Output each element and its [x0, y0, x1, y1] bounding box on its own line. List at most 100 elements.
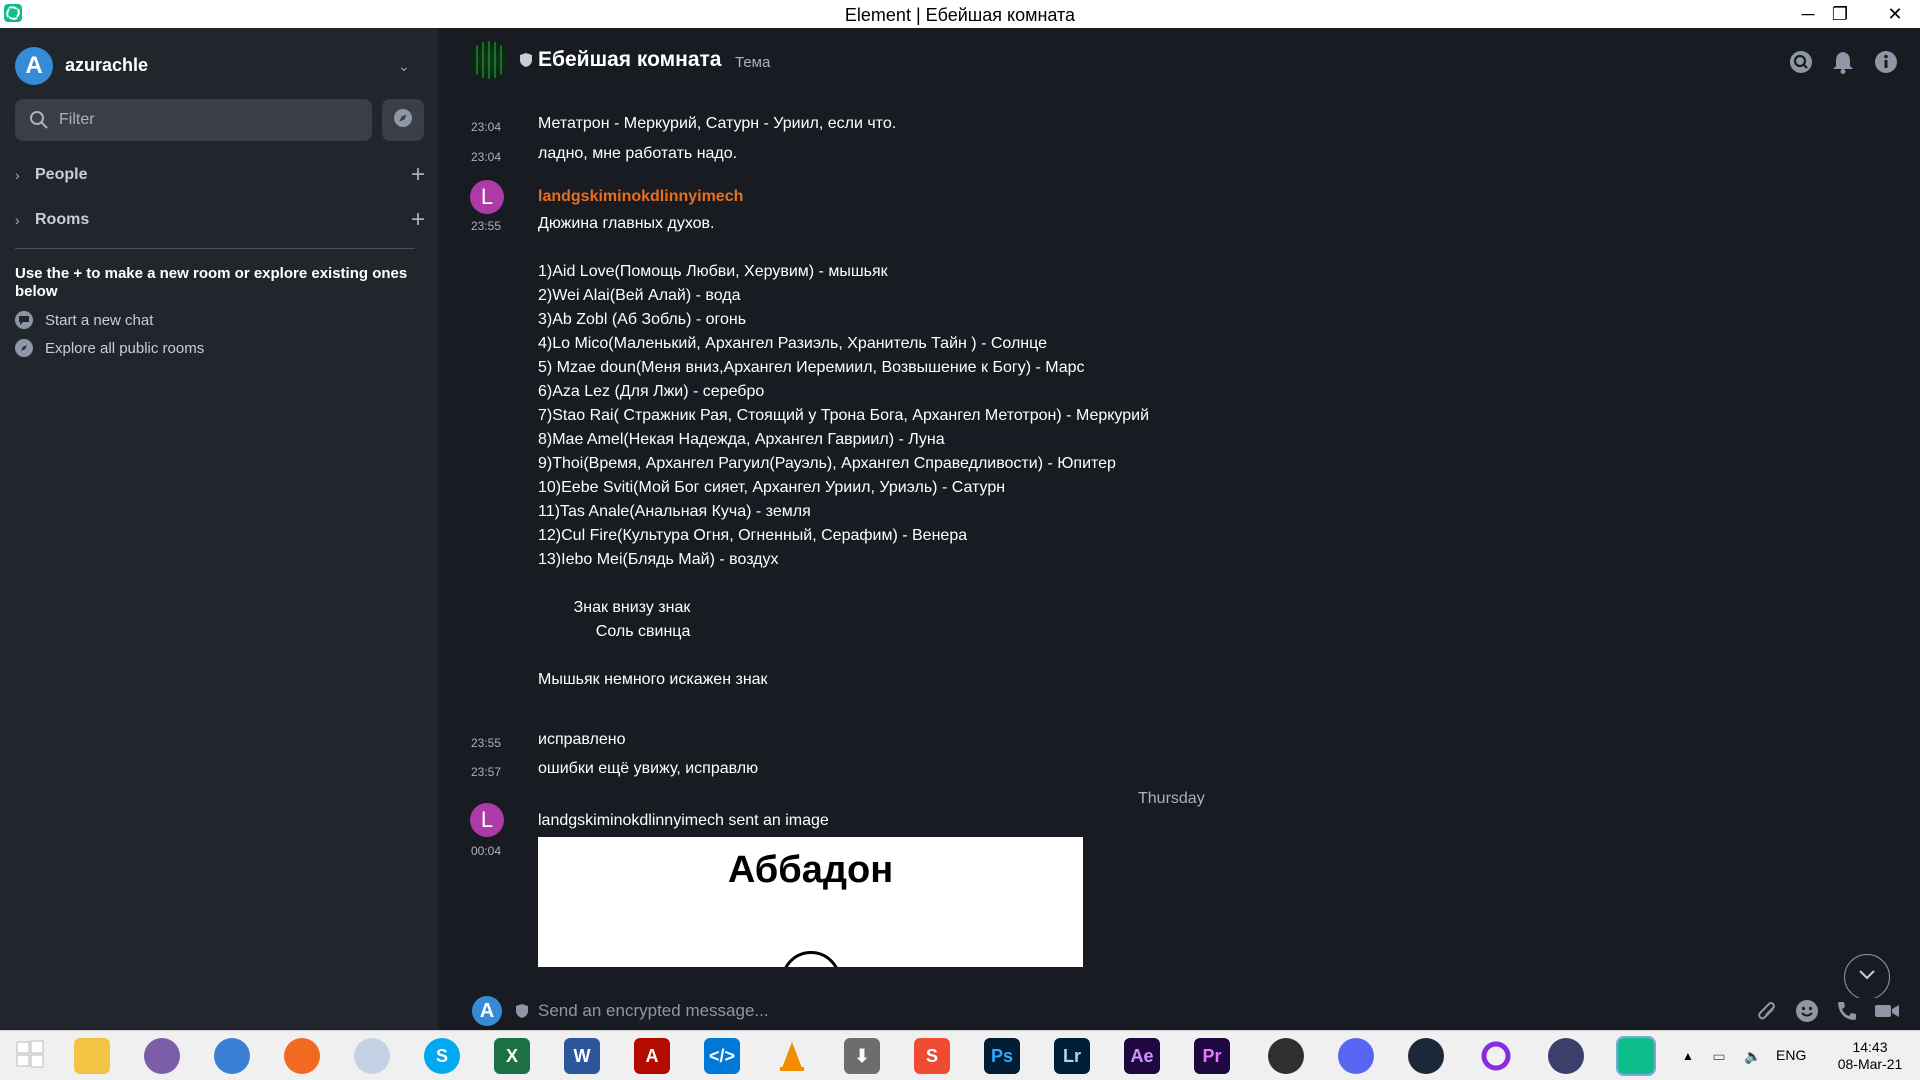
explore-rooms-button[interactable] [382, 99, 424, 141]
sender-name[interactable]: landgskiminokdlinnyimech [538, 188, 743, 206]
clock-time: 14:43 [1852, 1039, 1888, 1055]
filter-box[interactable] [15, 99, 372, 141]
taskbar-vscode[interactable]: </> [700, 1036, 744, 1076]
section-rooms-label: Rooms [35, 211, 90, 228]
taskbar-element[interactable] [1614, 1036, 1658, 1076]
acrobat-icon: A [634, 1038, 670, 1074]
taskbar-app-sphere[interactable] [350, 1036, 394, 1076]
emoji-icon[interactable] [1794, 998, 1820, 1024]
input-language[interactable]: ENG [1776, 1047, 1806, 1063]
chevron-right-icon: › [15, 212, 20, 228]
message-line: Дюжина главных духов. [538, 215, 715, 232]
window-title: Element | Ебейшая комната [844, 5, 1076, 25]
add-room-icon[interactable]: + [411, 207, 425, 233]
image-attachment[interactable]: Аббадон [538, 837, 1083, 967]
taskbar-vpn[interactable] [1544, 1036, 1588, 1076]
taskbar-excel[interactable]: X [490, 1036, 534, 1076]
message-line: ​ [538, 572, 1149, 596]
restore-button[interactable]: ❐ [1822, 0, 1858, 28]
vscode-icon: </> [704, 1038, 740, 1074]
room-topic[interactable]: Тема [735, 54, 770, 71]
section-rooms[interactable]: › Rooms + [15, 207, 425, 233]
shield-icon [516, 1004, 528, 1023]
photoshop-icon: Ps [984, 1038, 1020, 1074]
message-timestamp: 00:04 [471, 844, 502, 858]
taskbar-premiere[interactable]: Pr [1190, 1036, 1234, 1076]
taskbar-obs[interactable] [1264, 1036, 1308, 1076]
compass-icon [392, 107, 414, 134]
room-name[interactable]: Ебейшая комната [538, 48, 721, 72]
taskbar-acrobat[interactable]: A [630, 1036, 674, 1076]
volume-icon[interactable]: 🔈 [1738, 1036, 1768, 1076]
video-call-icon[interactable] [1874, 998, 1900, 1024]
start-new-chat-link[interactable]: Start a new chat [15, 309, 153, 331]
message-input[interactable] [538, 996, 1638, 1026]
room-avatar[interactable] [470, 41, 508, 79]
download-icon: ⬇ [844, 1038, 880, 1074]
attachment-icon[interactable] [1754, 998, 1780, 1024]
start-button[interactable] [8, 1036, 52, 1076]
lightroom-icon: Lr [1054, 1038, 1090, 1074]
taskbar-lightroom[interactable]: Lr [1050, 1036, 1094, 1076]
ring-icon [1478, 1038, 1514, 1074]
message-body: Метатрон - Меркурий, Сатурн - Уриил, есл… [538, 115, 897, 132]
filter-input[interactable] [59, 99, 359, 141]
message-line: 10)Eebe Sviti(Мой Бог сияет, Архангел Ур… [538, 479, 1006, 496]
compass-icon [15, 339, 33, 357]
room-info-icon[interactable] [1873, 49, 1899, 75]
taskbar-after-effects[interactable]: Ae [1120, 1036, 1164, 1076]
user-avatar[interactable]: A [15, 47, 53, 85]
steam-icon [1408, 1038, 1444, 1074]
tray-expand-icon[interactable]: ▲ [1676, 1036, 1700, 1076]
message-composer: A [438, 988, 1920, 1030]
excel-icon: X [494, 1038, 530, 1074]
clock-date: 08-Mar-21 [1837, 1056, 1903, 1072]
windows-taskbar: S X W A </> ⬇ S Ps Lr Ae Pr ▲ ▭ 🔈 ENG 14… [0, 1030, 1920, 1080]
taskbar-browser-globe[interactable] [210, 1036, 254, 1076]
explore-public-rooms-label: Explore all public rooms [45, 339, 205, 357]
taskbar-word[interactable]: W [560, 1036, 604, 1076]
minimize-button[interactable]: ─ [1790, 0, 1826, 28]
network-icon[interactable]: ▭ [1704, 1036, 1734, 1076]
taskbar-torrent[interactable] [140, 1036, 184, 1076]
taskbar-steam[interactable] [1404, 1036, 1448, 1076]
message-line: 13)Iebo Mei(Блядь Май) - воздух [538, 551, 779, 568]
search-icon[interactable] [1788, 49, 1814, 75]
taskbar-firefox[interactable] [280, 1036, 324, 1076]
after-effects-icon: Ae [1124, 1038, 1160, 1074]
taskbar-photoshop[interactable]: Ps [980, 1036, 1024, 1076]
message-line: 11)Tas Anale(Анальная Куча) - земля [538, 503, 811, 520]
bell-icon[interactable] [1830, 49, 1856, 75]
taskbar-skype[interactable]: S [420, 1036, 464, 1076]
taskbar-file-explorer[interactable] [70, 1036, 114, 1076]
user-name[interactable]: azurachle [65, 55, 148, 76]
add-people-icon[interactable]: + [411, 162, 425, 188]
search-icon [29, 110, 49, 135]
taskbar-downloader[interactable]: ⬇ [840, 1036, 884, 1076]
clock[interactable]: 14:43 08-Mar-21 [1830, 1039, 1910, 1073]
image-title: Аббадон [727, 849, 894, 891]
close-button[interactable]: ✕ [1870, 0, 1920, 28]
sender-avatar[interactable]: L [470, 180, 504, 214]
sender-avatar[interactable]: L [470, 803, 504, 837]
message-line: 8)Mae Amel(Некая Надежда, Архангел Гаври… [538, 431, 945, 448]
taskbar-discord[interactable] [1334, 1036, 1378, 1076]
chevron-down-icon[interactable]: ⌄ [398, 58, 410, 75]
explore-public-rooms-link[interactable]: Explore all public rooms [15, 337, 204, 359]
long-message-body: Дюжина главных духов. ​ 1)Aid Love(Помощ… [538, 212, 1149, 692]
taskbar-app-ring[interactable] [1474, 1036, 1518, 1076]
chat-bubble-icon [15, 311, 33, 329]
taskbar-app-s[interactable]: S [910, 1036, 954, 1076]
section-people[interactable]: › People + [15, 162, 425, 188]
message-line: 9)Thoi(Время, Архангел Рагуил(Рауэль), А… [538, 455, 1116, 472]
message-line: Знак внизу знак [538, 599, 691, 616]
message-body: ошибки ещё увижу, исправлю [538, 760, 759, 777]
voice-call-icon[interactable] [1834, 998, 1860, 1024]
taskbar-vlc[interactable] [770, 1036, 814, 1076]
message-timeline[interactable]: 23:04 Метатрон - Меркурий, Сатурн - Урии… [438, 88, 1920, 998]
message-body: исправлено [538, 731, 626, 748]
chevron-down-icon [1858, 968, 1876, 986]
message-line: 2)Wei Alai(Вей Алай) - вода [538, 287, 741, 304]
folder-icon [74, 1038, 110, 1074]
message-timestamp: 23:04 [471, 150, 502, 164]
